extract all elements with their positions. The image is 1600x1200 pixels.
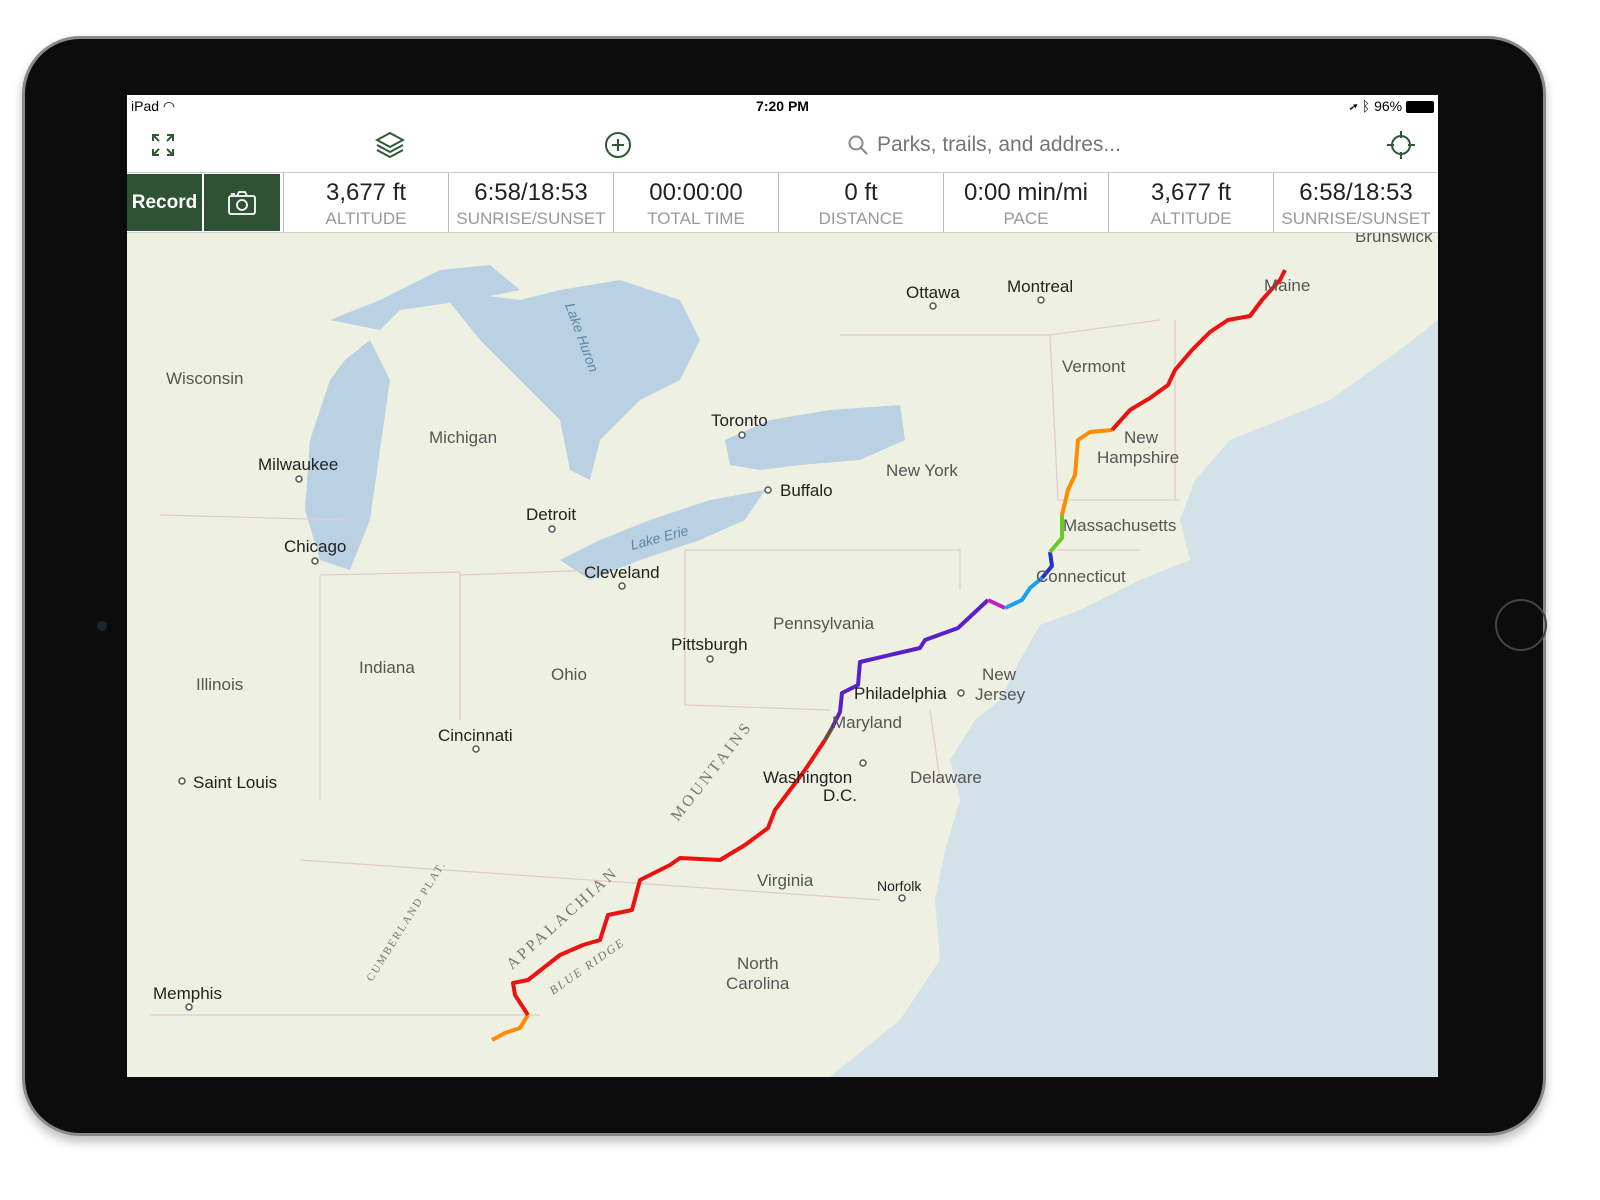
region-label: Michigan bbox=[429, 428, 497, 447]
home-button[interactable] bbox=[1495, 599, 1547, 651]
city-label: Pittsburgh bbox=[671, 635, 748, 654]
stat-distance: 0 ft DISTANCE bbox=[778, 173, 943, 232]
stat-value: 6:58/18:53 bbox=[474, 179, 588, 206]
stat-label: ALTITUDE bbox=[325, 209, 407, 228]
stat-value: 6:58/18:53 bbox=[1299, 179, 1413, 206]
stat-value: 0:00 min/mi bbox=[963, 179, 1089, 206]
city-label: Milwaukee bbox=[258, 455, 338, 474]
region-label: Delaware bbox=[910, 768, 982, 787]
city-label: Washington bbox=[763, 768, 852, 787]
region-label: Vermont bbox=[1062, 357, 1126, 376]
region-label: Massachusetts bbox=[1063, 516, 1176, 535]
expand-icon[interactable] bbox=[145, 127, 181, 163]
city-label: Toronto bbox=[711, 411, 768, 430]
stat-label: PACE bbox=[1003, 209, 1049, 228]
region-label: Pennsylvania bbox=[773, 614, 875, 633]
device-name: iPad bbox=[131, 97, 160, 114]
region-label: Wisconsin bbox=[166, 369, 243, 388]
city-label: Buffalo bbox=[780, 481, 833, 500]
app-screen: iPad ◠ 7:20 PM ➚ ᛒ 96% Record 3,677 ft AL… bbox=[127, 95, 1438, 1077]
wifi-icon: ◠ bbox=[162, 97, 176, 114]
city-label: D.C. bbox=[823, 786, 857, 805]
search-icon bbox=[848, 135, 868, 155]
region-label: Hampshire bbox=[1097, 448, 1179, 467]
region-label: Jersey bbox=[975, 685, 1026, 704]
stat-label: TOTAL TIME bbox=[647, 209, 745, 228]
city-label: Norfolk bbox=[877, 878, 922, 894]
city-label: Cincinnati bbox=[438, 726, 513, 745]
region-label: Brunswick bbox=[1355, 233, 1433, 246]
stat-value: 0 ft bbox=[844, 179, 878, 206]
region-label: Maine bbox=[1264, 276, 1310, 295]
locate-crosshair-icon[interactable] bbox=[1383, 127, 1419, 163]
city-label: Ottawa bbox=[906, 283, 960, 302]
region-label: North bbox=[737, 954, 779, 973]
region-label: New York bbox=[886, 461, 958, 480]
region-label: New bbox=[982, 665, 1017, 684]
record-button[interactable]: Record bbox=[127, 174, 202, 231]
stat-label: ALTITUDE bbox=[1150, 209, 1232, 228]
map-view[interactable]: Ottawa Montreal Toronto Buffalo Milwauke… bbox=[127, 233, 1438, 1077]
stat-value: 3,677 ft bbox=[1150, 179, 1232, 206]
city-label: Memphis bbox=[153, 984, 222, 1003]
clock: 7:20 PM bbox=[756, 98, 809, 114]
region-label: Ohio bbox=[551, 665, 587, 684]
city-label: Saint Louis bbox=[193, 773, 277, 792]
stat-label: SUNRISE/SUNSET bbox=[1281, 209, 1431, 228]
camera-button[interactable] bbox=[204, 174, 280, 231]
city-label: Cleveland bbox=[584, 563, 660, 582]
search-bar[interactable] bbox=[847, 129, 1207, 161]
layers-icon[interactable] bbox=[372, 127, 408, 163]
front-camera bbox=[97, 621, 107, 631]
region-label: New bbox=[1124, 428, 1159, 447]
battery-icon bbox=[1406, 101, 1434, 114]
region-label: Illinois bbox=[196, 675, 243, 694]
stat-pace: 0:00 min/mi PACE bbox=[943, 173, 1108, 232]
location-arrow-icon: ➚ bbox=[1349, 98, 1358, 114]
region-label: Virginia bbox=[757, 871, 814, 890]
search-input[interactable] bbox=[877, 133, 1197, 157]
status-bar: iPad ◠ 7:20 PM ➚ ᛒ 96% bbox=[127, 95, 1438, 117]
stat-altitude-2: 3,677 ft ALTITUDE bbox=[1108, 173, 1273, 232]
region-label: Maryland bbox=[832, 713, 902, 732]
camera-icon bbox=[228, 190, 256, 215]
stat-total-time: 00:00:00 TOTAL TIME bbox=[613, 173, 778, 232]
add-circle-icon[interactable] bbox=[600, 127, 636, 163]
city-label: Montreal bbox=[1007, 277, 1073, 296]
stat-altitude: 3,677 ft ALTITUDE bbox=[283, 173, 448, 232]
city-label: Detroit bbox=[526, 505, 576, 524]
stat-value: 00:00:00 bbox=[649, 179, 743, 206]
bluetooth-icon: ᛒ bbox=[1361, 98, 1371, 114]
stats-bar: Record 3,677 ft ALTITUDE 6:58/18:53 SUNRIS… bbox=[127, 173, 1438, 233]
city-label: Philadelphia bbox=[854, 684, 947, 703]
battery-percent: 96% bbox=[1374, 98, 1403, 114]
region-label: Indiana bbox=[359, 658, 415, 677]
stat-label: SUNRISE/SUNSET bbox=[456, 209, 606, 228]
stat-label: DISTANCE bbox=[818, 209, 904, 228]
stat-value: 3,677 ft bbox=[325, 179, 407, 206]
city-label: Chicago bbox=[284, 537, 346, 556]
region-label: Connecticut bbox=[1036, 567, 1126, 586]
toolbar bbox=[127, 117, 1438, 173]
stat-sunrise-sunset: 6:58/18:53 SUNRISE/SUNSET bbox=[448, 173, 613, 232]
stat-sunrise-sunset-2: 6:58/18:53 SUNRISE/SUNSET bbox=[1273, 173, 1438, 232]
region-label: Carolina bbox=[726, 974, 790, 993]
